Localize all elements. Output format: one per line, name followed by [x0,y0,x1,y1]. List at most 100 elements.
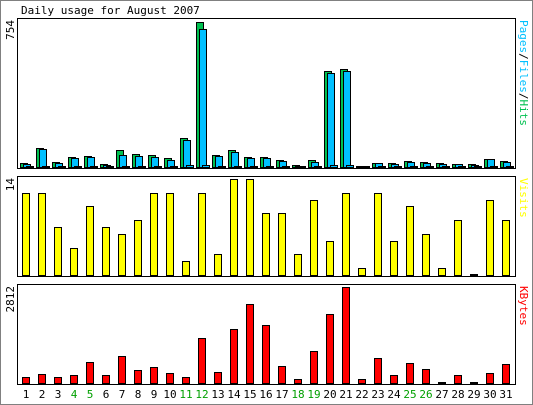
bar-kbytes [230,329,238,384]
usage-panel-frame [17,18,516,169]
bar-visits [310,200,318,276]
legend-visits: Visits [517,178,530,218]
bar-kbytes [118,356,126,384]
bar-kbytes [166,373,174,384]
bar-pages [314,166,322,168]
bar-kbytes [390,375,398,384]
kbytes-legend: KBytes [517,286,530,326]
x-tick-label: 25 [403,388,416,401]
bar-visits [198,193,206,276]
bar-visits [182,261,190,276]
bar-pages [458,166,466,168]
bar-kbytes [422,369,430,384]
bar-kbytes [358,379,366,384]
legend-kbytes: KBytes [517,286,530,326]
bar-visits [22,193,30,276]
bar-files [231,152,239,168]
x-tick-label: 23 [371,388,384,401]
bar-kbytes [214,372,222,384]
bar-files [119,155,127,168]
bar-kbytes [374,358,382,384]
x-tick-label: 18 [291,388,304,401]
x-tick-label: 11 [179,388,192,401]
bar-kbytes [310,351,318,384]
bar-kbytes [438,382,446,384]
daily-usage-chart: Daily usage for August 2007 754 Pages/Fi… [0,0,533,405]
bar-visits [118,234,126,276]
bar-pages [378,166,386,168]
x-tick-label: 28 [451,388,464,401]
x-tick-label: 4 [71,388,78,401]
bar-kbytes [470,382,478,384]
bar-visits [422,234,430,276]
bar-pages [90,166,98,168]
x-tick-label: 10 [163,388,176,401]
bar-kbytes [54,377,62,384]
bar-kbytes [150,367,158,384]
x-tick-label: 21 [339,388,352,401]
bar-kbytes [246,304,254,384]
bar-visits [502,220,510,276]
legend-separator: / [517,93,530,100]
bar-kbytes [486,373,494,384]
bar-visits [374,193,382,276]
bar-pages [394,166,402,168]
x-tick-label: 12 [195,388,208,401]
bar-pages [138,166,146,168]
bar-kbytes [278,366,286,384]
bar-kbytes [406,363,414,384]
x-tick-label: 1 [23,388,30,401]
x-tick-label: 29 [467,388,480,401]
bar-kbytes [22,377,30,384]
bar-pages [266,166,274,168]
bar-pages [346,165,354,168]
bar-kbytes [502,364,510,384]
bar-pages [218,166,226,168]
bar-visits [262,213,270,276]
bar-kbytes [342,287,350,384]
bar-kbytes [198,338,206,384]
x-tick-label: 5 [87,388,94,401]
bar-pages [250,166,258,168]
x-tick-label: 9 [151,388,158,401]
x-tick-label: 14 [227,388,241,401]
usage-panel: 754 Pages/Files/Hits [4,18,530,169]
bar-kbytes [86,362,94,384]
bar-visits [454,220,462,276]
bar-pages [170,166,178,168]
legend-separator: / [517,53,530,60]
x-tick-label: 8 [135,388,142,401]
bar-visits [342,193,350,276]
bar-visits [166,193,174,276]
x-tick-label: 7 [119,388,126,401]
bar-visits [326,241,334,276]
bar-pages [330,165,338,168]
x-tick-label: 22 [355,388,368,401]
bar-visits [246,179,254,276]
bar-visits [438,268,446,276]
bar-pages [186,165,194,168]
bar-pages [490,166,498,168]
bar-kbytes [102,375,110,384]
bar-files [215,156,223,168]
x-tick-label: 13 [211,388,224,401]
bar-pages [234,166,242,168]
bar-files [199,29,207,168]
visits-legend: Visits [517,178,530,218]
kbytes-panel: 2812 KBytes [4,284,530,385]
bar-visits [54,227,62,276]
legend-files: Files [517,60,530,93]
bar-visits [86,206,94,276]
x-tick-label: 16 [259,388,272,401]
bar-pages [74,166,82,168]
bar-pages [202,165,210,168]
x-tick-label: 20 [323,388,336,401]
legend-pages: Pages [517,20,530,53]
x-tick-label: 27 [435,388,448,401]
bar-visits [214,254,222,276]
visits-panel: 14 Visits [4,176,530,277]
bar-kbytes [70,375,78,384]
x-tick-label: 26 [419,388,432,401]
x-tick-label: 15 [243,388,256,401]
bar-visits [134,220,142,276]
